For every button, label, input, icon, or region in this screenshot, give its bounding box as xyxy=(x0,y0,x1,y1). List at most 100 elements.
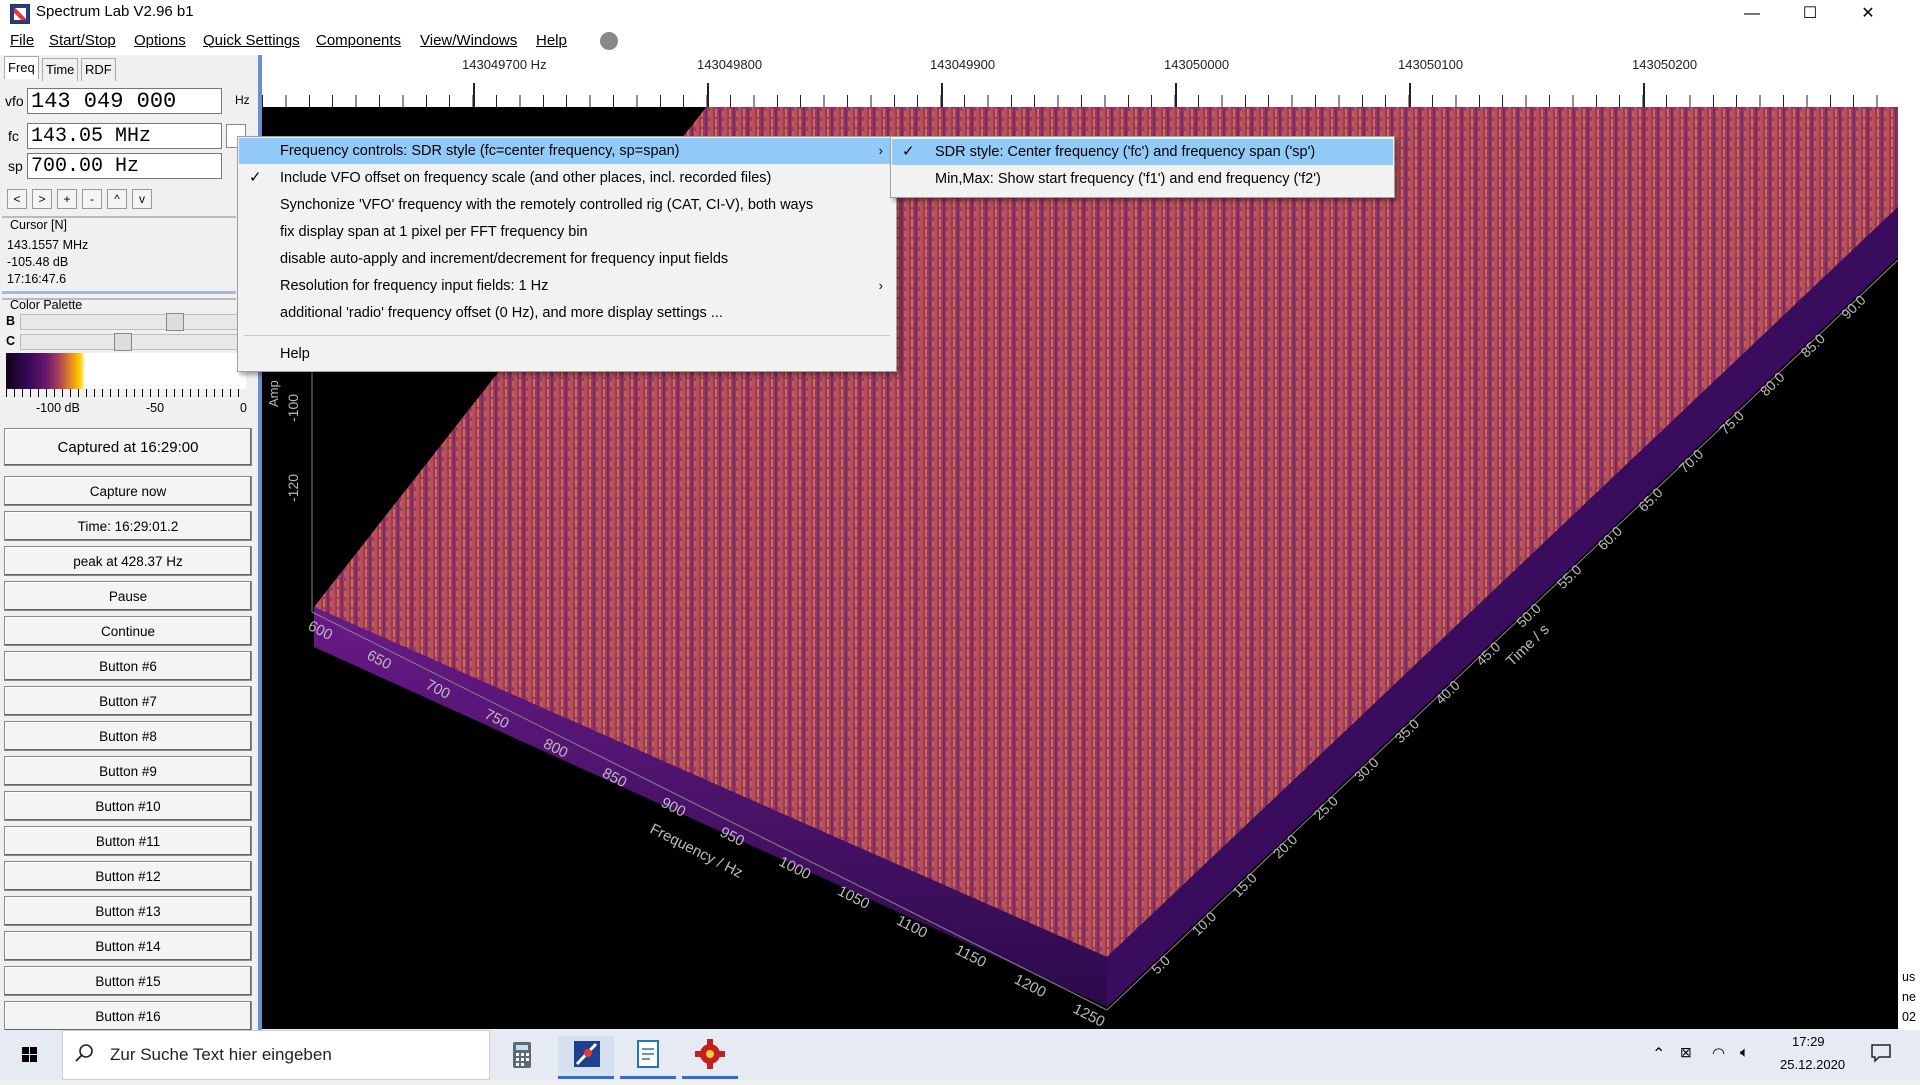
menu-item-0[interactable]: Frequency controls: SDR style (fc=center… xyxy=(239,138,895,164)
sp-input[interactable]: 700.00 Hz xyxy=(27,153,222,179)
maximize-button[interactable]: ☐ xyxy=(1787,0,1833,27)
side-button-11[interactable]: Button #11 xyxy=(4,826,252,856)
speaker-icon[interactable]: 🔈︎ xyxy=(1740,1044,1749,1061)
side-button-16[interactable]: Button #16 xyxy=(4,1001,252,1031)
side-button-5[interactable]: Continue xyxy=(4,616,252,646)
contrast-slider-thumb[interactable] xyxy=(114,333,132,351)
tab-rdf[interactable]: RDF xyxy=(81,58,116,81)
menu-file[interactable]: File xyxy=(10,32,34,49)
side-button-9[interactable]: Button #9 xyxy=(4,756,252,786)
menu-item-label: Frequency controls: SDR style (fc=center… xyxy=(280,143,680,159)
menu-start-stop[interactable]: Start/Stop xyxy=(49,32,116,49)
menu-item-7[interactable]: Help xyxy=(239,341,895,367)
side-button-4[interactable]: Pause xyxy=(4,581,252,611)
side-button-6[interactable]: Button #6 xyxy=(4,651,252,681)
palette-tick-marks xyxy=(6,389,246,397)
chevron-up-icon[interactable]: ⌃ xyxy=(1652,1044,1665,1064)
app-icon xyxy=(10,4,30,24)
document-taskbar-icon[interactable] xyxy=(620,1036,676,1078)
menu-view-windows[interactable]: View/Windows xyxy=(420,32,517,49)
amp-tick-label: -120 xyxy=(285,474,301,502)
side-button-2[interactable]: Time: 16:29:01.2 xyxy=(4,511,252,541)
freq-scale-ticks xyxy=(262,95,1898,107)
step-down-button[interactable]: v xyxy=(132,189,152,209)
submenu-item-0[interactable]: ✓ SDR style: Center frequency ('fc') and … xyxy=(892,139,1393,165)
menu-quick-settings[interactable]: Quick Settings xyxy=(203,32,300,49)
side-button-12[interactable]: Button #12 xyxy=(4,861,252,891)
calculator-taskbar-icon[interactable] xyxy=(494,1036,550,1078)
brightness-slider-thumb[interactable] xyxy=(166,313,184,331)
side-button-13[interactable]: Button #13 xyxy=(4,896,252,926)
minimize-button[interactable]: — xyxy=(1729,0,1775,27)
step-plus-button[interactable]: + xyxy=(57,189,77,209)
freq-scale-label: 143049800 xyxy=(697,57,763,72)
cursor-frequency: 143.1557 MHz xyxy=(7,238,89,252)
freq-scale-major-tick xyxy=(707,83,709,107)
search-icon xyxy=(74,1042,94,1062)
submenu-item-label: Min,Max: Show start frequency ('f1') and… xyxy=(935,171,1321,187)
menu-item-label: fix display span at 1 pixel per FFT freq… xyxy=(280,224,588,240)
side-button-0[interactable]: Captured at 16:29:00 xyxy=(4,428,252,466)
close-button[interactable]: ✕ xyxy=(1845,0,1891,27)
menu-item-4[interactable]: disable auto-apply and increment/decreme… xyxy=(239,246,895,272)
start-button[interactable] xyxy=(0,1030,60,1080)
freq-scale-label: 143049700 Hz xyxy=(462,57,547,72)
spectrum-lab-taskbar-icon[interactable] xyxy=(558,1036,614,1078)
side-button-8[interactable]: Button #8 xyxy=(4,721,252,751)
step-up-button[interactable]: ^ xyxy=(107,189,127,209)
chevron-right-icon: › xyxy=(878,143,883,158)
freq-scale-label: 143050200 xyxy=(1632,57,1698,72)
palette-group-label: Color Palette xyxy=(10,298,83,312)
brightness-slider[interactable] xyxy=(20,314,238,330)
sp-label: sp xyxy=(8,158,23,174)
menu-components[interactable]: Components xyxy=(316,32,401,49)
clock-time[interactable]: 17:29 xyxy=(1792,1034,1825,1049)
freq-scale-major-tick xyxy=(473,83,475,107)
time-axis-title: Time / s xyxy=(1503,621,1553,670)
menu-options[interactable]: Options xyxy=(134,32,186,49)
status-indicator-icon xyxy=(600,32,618,50)
fc-input[interactable]: 143.05 MHz xyxy=(27,123,222,149)
tab-freq[interactable]: Freq xyxy=(4,56,39,79)
vfo-input[interactable]: 143 049 000 xyxy=(27,88,222,114)
panel-splitter[interactable] xyxy=(2,291,236,294)
freq-scale-major-tick xyxy=(1175,83,1177,107)
menu-item-5[interactable]: Resolution for frequency input fields: 1… xyxy=(239,273,895,299)
palette-tick-max: 0 xyxy=(240,401,247,415)
palette-tick-min: -100 dB xyxy=(36,401,80,415)
document-app-indicator xyxy=(620,1076,676,1079)
side-button-14[interactable]: Button #14 xyxy=(4,931,252,961)
freq-scale-label: 143050000 xyxy=(1164,57,1230,72)
menu-item-label: disable auto-apply and increment/decreme… xyxy=(280,251,729,267)
right-edge-strip xyxy=(1898,55,1920,1030)
submenu-item-1[interactable]: Min,Max: Show start frequency ('f1') and… xyxy=(892,166,1393,192)
fc-label: fc xyxy=(8,128,19,144)
side-button-7[interactable]: Button #7 xyxy=(4,686,252,716)
check-icon: ✓ xyxy=(902,143,915,160)
notification-icon[interactable] xyxy=(1870,1042,1892,1063)
menu-item-label: Include VFO offset on frequency scale (a… xyxy=(280,170,772,186)
clock-date[interactable]: 25.12.2020 xyxy=(1780,1057,1845,1072)
menu-item-6[interactable]: additional 'radio' frequency offset (0 H… xyxy=(239,300,895,326)
windows-icon xyxy=(22,1047,37,1062)
menu-item-1[interactable]: ✓ Include VFO offset on frequency scale (… xyxy=(239,165,895,191)
tab-time[interactable]: Time xyxy=(42,58,79,81)
side-button-3[interactable]: peak at 428.37 Hz xyxy=(4,546,252,576)
wifi-icon[interactable]: ◠ xyxy=(1712,1044,1725,1062)
menu-item-3[interactable]: fix display span at 1 pixel per FFT freq… xyxy=(239,219,895,245)
side-button-10[interactable]: Button #10 xyxy=(4,791,252,821)
cursor-level: -105.48 dB xyxy=(7,255,69,269)
step-minus-button[interactable]: - xyxy=(82,189,102,209)
step-left-button[interactable]: < xyxy=(7,189,27,209)
menu-help[interactable]: Help xyxy=(536,32,567,49)
side-button-1[interactable]: Capture now xyxy=(4,476,252,506)
step-right-button[interactable]: > xyxy=(32,189,52,209)
cog-app-taskbar-icon[interactable] xyxy=(682,1036,738,1078)
menu-item-label: Synchonize 'VFO' frequency with the remo… xyxy=(280,197,814,213)
freq-scale-label: 143050100 xyxy=(1398,57,1464,72)
network-cable-icon[interactable]: ⊠ xyxy=(1680,1044,1692,1061)
submenu-item-label: SDR style: Center frequency ('fc') and f… xyxy=(935,144,1316,160)
side-button-15[interactable]: Button #15 xyxy=(4,966,252,996)
check-icon: ✓ xyxy=(249,169,262,186)
menu-item-2[interactable]: Synchonize 'VFO' frequency with the remo… xyxy=(239,192,895,218)
